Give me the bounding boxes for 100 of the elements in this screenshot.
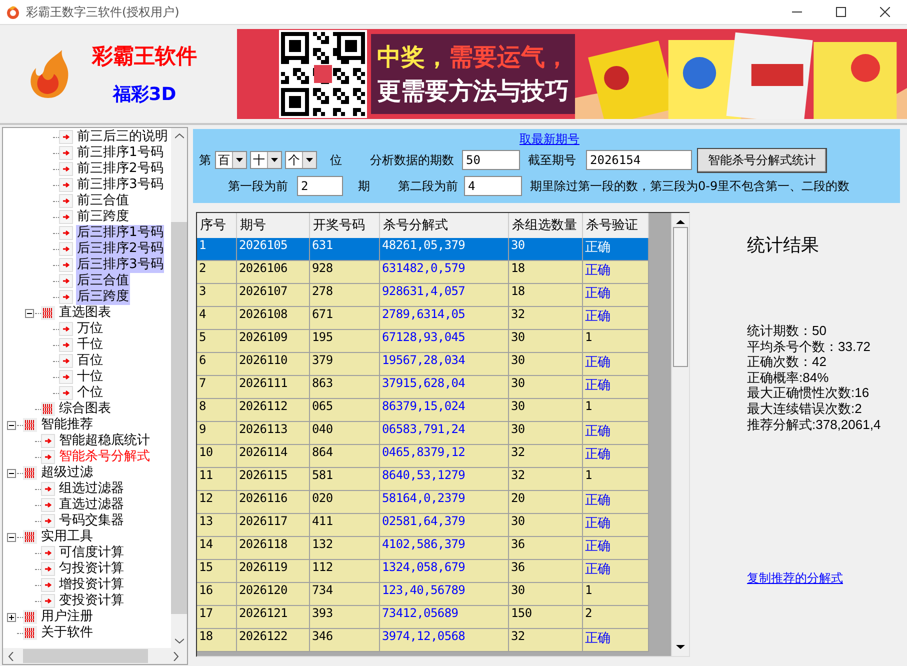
tree-item[interactable]: 变投资计算 — [58, 593, 125, 609]
window-title: 彩霸王数字三软件(授权用户) — [26, 4, 180, 20]
segment-one-field[interactable]: 2 — [297, 176, 343, 196]
expand-toggle[interactable] — [6, 468, 16, 478]
scrollbar-thumb[interactable] — [171, 222, 187, 614]
table-row[interactable]: 7 2026111 863 37915,628,04 30 正确 — [197, 376, 649, 399]
periods-field[interactable]: 50 — [462, 150, 520, 170]
scroll-up-icon[interactable] — [174, 133, 184, 139]
stats-title: 统计结果 — [747, 234, 820, 257]
table-row[interactable]: 16 2026120 734 123,40,56789 30 1 — [197, 583, 649, 606]
scrollbar-thumb[interactable] — [23, 649, 148, 663]
scrollbar-thumb[interactable] — [673, 227, 688, 367]
scroll-right-icon[interactable] — [173, 652, 179, 660]
dropdown-value: 百 — [218, 152, 230, 168]
dropdown[interactable]: 十 — [250, 151, 282, 169]
tree-item[interactable]: 后三排序3号码 — [76, 257, 164, 273]
tree-item[interactable]: 可信度计算 — [58, 545, 125, 561]
until-period-field[interactable]: 2026154 — [586, 150, 692, 170]
table-row[interactable]: 18 2026122 346 3974,12,0568 32 正确 — [197, 629, 649, 652]
copy-link[interactable]: 复制推荐的分解式 — [747, 570, 843, 588]
tree-item[interactable]: 后三跨度 — [76, 289, 130, 305]
table-row[interactable]: 10 2026114 864 0465,8379,12 32 正确 — [197, 445, 649, 468]
slogan-text: 更需要方法与技巧 — [377, 77, 569, 105]
table-row[interactable]: 15 2026119 112 1324,058,679 36 正确 — [197, 560, 649, 583]
table-row[interactable]: 1 2026105 631 48261,05,379 30 正确 — [197, 238, 649, 261]
label: 分析数据的期数 — [370, 152, 454, 168]
tree-item[interactable]: 智能超稳底统计 — [58, 433, 151, 449]
tree-item[interactable]: 前三合值 — [76, 193, 130, 209]
grid-icon — [41, 306, 55, 320]
grid-icon — [23, 530, 37, 544]
run-stats-button[interactable]: 智能杀号分解式统计 — [697, 148, 827, 172]
tree-item[interactable]: 直选图表 — [58, 305, 112, 321]
stat-line: 正确次数：42 — [747, 354, 828, 370]
table-cell: 2026122 — [237, 629, 310, 652]
tree-item[interactable]: 前三后三的说明 — [76, 129, 169, 145]
table-cell: 3974,12,0568 — [380, 629, 509, 652]
dropdown[interactable]: 个 — [285, 151, 317, 169]
tree-item[interactable]: 综合图表 — [58, 401, 112, 417]
tree-item[interactable]: 超级过滤 — [40, 465, 94, 481]
tree-item[interactable]: 前三跨度 — [76, 209, 130, 225]
fetch-latest-link[interactable]: 取最新期号 — [520, 132, 580, 146]
table-cell: 正确 — [583, 629, 649, 652]
tree-item[interactable]: 实用工具 — [40, 529, 94, 545]
grid-icon — [23, 418, 37, 432]
tree-item[interactable]: 后三合值 — [76, 273, 130, 289]
table-row[interactable]: 14 2026118 132 4102,586,379 36 正确 — [197, 537, 649, 560]
table-row[interactable]: 13 2026117 411 02581,64,379 30 正确 — [197, 514, 649, 537]
grid-icon — [23, 610, 37, 624]
table-row[interactable]: 11 2026115 581 8640,53,1279 32 1 — [197, 468, 649, 491]
table-row[interactable]: 9 2026113 040 06583,791,24 30 正确 — [197, 422, 649, 445]
segment-two-field[interactable]: 4 — [464, 176, 522, 196]
grid-icon — [41, 402, 55, 416]
table-row[interactable]: 12 2026116 020 58164,0,2379 20 正确 — [197, 491, 649, 514]
scroll-down-icon[interactable] — [676, 644, 686, 650]
table-row[interactable]: 6 2026110 379 19567,28,034 30 正确 — [197, 353, 649, 376]
tree-item[interactable]: 关于软件 — [40, 625, 94, 641]
stat-line: 正确概率:84% — [747, 370, 830, 386]
tree-item[interactable]: 后三排序2号码 — [76, 241, 164, 257]
expand-toggle[interactable] — [6, 420, 16, 430]
tree-item[interactable]: 增投资计算 — [58, 577, 125, 593]
expand-toggle[interactable] — [6, 532, 16, 542]
expand-toggle[interactable] — [6, 612, 16, 622]
tree-item[interactable]: 个位 — [76, 385, 104, 401]
label: 第一段为前 — [228, 178, 288, 194]
tree-item[interactable]: 前三排序1号码 — [76, 145, 164, 161]
tree-item[interactable]: 直选过滤器 — [58, 497, 125, 513]
tree-item[interactable]: 号码交集器 — [58, 513, 125, 529]
tree-item[interactable]: 十位 — [76, 369, 104, 385]
tree-item[interactable]: 后三排序1号码 — [76, 225, 164, 241]
tree-item[interactable]: 前三排序3号码 — [76, 177, 164, 193]
tree-item[interactable]: 前三排序2号码 — [76, 161, 164, 177]
tree-item[interactable]: 用户注册 — [40, 609, 94, 625]
label: 位 — [330, 152, 342, 168]
tree-item[interactable]: 组选过滤器 — [58, 481, 125, 497]
label: 第二段为前 — [398, 178, 458, 194]
table-row[interactable]: 3 2026107 278 928631,4,057 18 正确 — [197, 284, 649, 307]
brand-name: 彩霸王软件 — [92, 43, 197, 70]
tree-item[interactable]: 智能推荐 — [40, 417, 94, 433]
table-row[interactable]: 4 2026108 671 2789,6314,05 32 正确 — [197, 307, 649, 330]
dropdown[interactable]: 百 — [215, 151, 247, 169]
stat-line: 平均杀号个数：33.72 — [747, 338, 872, 354]
table-row[interactable]: 8 2026112 065 86379,15,024 30 1 — [197, 399, 649, 422]
close-icon[interactable] — [880, 7, 890, 17]
scroll-down-icon[interactable] — [174, 638, 184, 644]
tree-item[interactable]: 千位 — [76, 337, 104, 353]
table-row[interactable]: 17 2026121 393 73412,05689 150 2 — [197, 606, 649, 629]
label: 期里除过第一段的数，第三段为0-9里不包含第一、二段的数 — [530, 178, 850, 194]
table-row[interactable]: 2 2026106 928 631482,0,579 18 正确 — [197, 261, 649, 284]
maximize-icon[interactable] — [836, 7, 846, 17]
caret-icon — [302, 152, 316, 168]
stat-line: 统计期数：50 — [747, 323, 828, 339]
tree-item[interactable]: 智能杀号分解式 — [58, 449, 151, 465]
tree-item[interactable]: 匀投资计算 — [58, 561, 125, 577]
scroll-up-icon[interactable] — [676, 219, 686, 225]
scroll-left-icon[interactable] — [8, 652, 14, 660]
tree-item[interactable]: 万位 — [76, 321, 104, 337]
stat-line: 最大连续错误次数:2 — [747, 400, 863, 417]
tree-item[interactable]: 百位 — [76, 353, 104, 369]
table-row[interactable]: 5 2026109 195 67128,93,045 30 1 — [197, 330, 649, 353]
expand-toggle[interactable] — [24, 308, 34, 318]
